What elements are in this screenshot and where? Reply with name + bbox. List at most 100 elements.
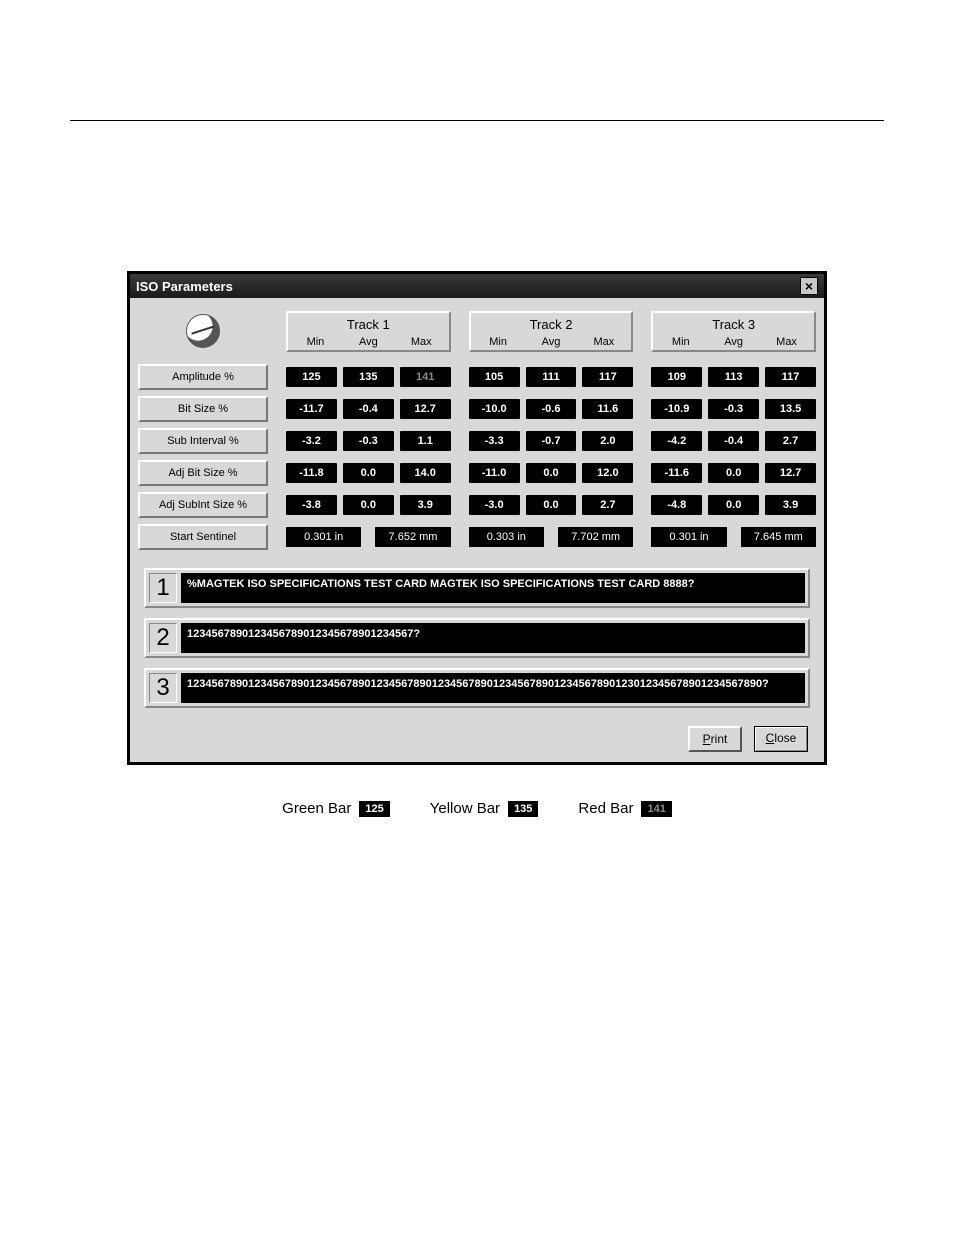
- track-strip: 21234567890123456789012345678901234567?: [144, 618, 810, 658]
- value-cell: 111: [526, 367, 577, 387]
- value-cell: 1.1: [400, 431, 451, 451]
- track3-avg-label: Avg: [710, 336, 757, 348]
- sentinel-value: 7.645 mm: [741, 527, 816, 547]
- track2-header: Track 2 Min Avg Max: [469, 311, 634, 352]
- close-icon[interactable]: ×: [800, 277, 818, 295]
- sentinel-pair: 0.303 in7.702 mm: [469, 527, 634, 547]
- row-label: Adj SubInt Size %: [138, 492, 268, 518]
- sentinel-value: 7.652 mm: [375, 527, 450, 547]
- legend-red-chip: 141: [641, 801, 671, 817]
- value-cell: 125: [286, 367, 337, 387]
- value-trio: -10.9-0.313.5: [651, 399, 816, 419]
- value-cell: -11.6: [651, 463, 702, 483]
- row-label: Bit Size %: [138, 396, 268, 422]
- strip-number: 3: [149, 673, 177, 703]
- value-trio: -11.0 0.012.0: [469, 463, 634, 483]
- print-button[interactable]: Print: [688, 726, 742, 752]
- value-cell: 117: [765, 367, 816, 387]
- value-cell: -0.6: [526, 399, 577, 419]
- value-trio: -3.3 -0.72.0: [469, 431, 634, 451]
- track-strip: 1%MAGTEK ISO SPECIFICATIONS TEST CARD MA…: [144, 568, 810, 608]
- sentinel-pair: 0.301 in 7.652 mm: [286, 527, 451, 547]
- track3-title: Track 3: [653, 317, 814, 332]
- legend: Green Bar 125 Yellow Bar 135 Red Bar 141: [70, 800, 884, 817]
- value-cell: 0.0: [343, 463, 394, 483]
- value-cell: -4.2: [651, 431, 702, 451]
- legend-yellow-chip: 135: [508, 801, 538, 817]
- row-label: Adj Bit Size %: [138, 460, 268, 486]
- value-trio: -4.2 -0.4 2.7: [651, 431, 816, 451]
- value-cell: -0.4: [708, 431, 759, 451]
- value-cell: 113: [708, 367, 759, 387]
- value-cell: 2.7: [582, 495, 633, 515]
- value-cell: 13.5: [765, 399, 816, 419]
- parameters-grid: Track 1 Min Avg Max Track 2 Min Avg Max: [138, 304, 816, 550]
- value-cell: -0.4: [343, 399, 394, 419]
- value-cell: 117: [582, 367, 633, 387]
- value-cell: -4.8: [651, 495, 702, 515]
- value-cell: -3.2: [286, 431, 337, 451]
- sentinel-pair: 0.301 in 7.645 mm: [651, 527, 816, 547]
- value-trio: -4.80.03.9: [651, 495, 816, 515]
- track1-max-label: Max: [398, 336, 445, 348]
- sentinel-value: 7.702 mm: [558, 527, 633, 547]
- value-cell: 0.0: [343, 495, 394, 515]
- value-trio: -11.7-0.412.7: [286, 399, 451, 419]
- value-cell: 3.9: [400, 495, 451, 515]
- value-trio: 125135141: [286, 367, 451, 387]
- value-cell: 11.6: [582, 399, 633, 419]
- value-cell: 2.7: [765, 431, 816, 451]
- dialog-title: ISO Parameters: [136, 279, 233, 294]
- track1-title: Track 1: [288, 317, 449, 332]
- value-cell: 2.0: [582, 431, 633, 451]
- track1-avg-label: Avg: [345, 336, 392, 348]
- value-trio: 105 111117: [469, 367, 634, 387]
- close-button[interactable]: Close: [754, 726, 808, 752]
- strip-data: 1234567890123456789012345678901234567?: [181, 623, 805, 653]
- logo-cell: [138, 304, 268, 358]
- page-rule: [70, 120, 884, 121]
- strip-number: 1: [149, 573, 177, 603]
- sentinel-value: 0.301 in: [286, 527, 361, 547]
- value-cell: -10.9: [651, 399, 702, 419]
- value-cell: 12.7: [765, 463, 816, 483]
- track3-max-label: Max: [763, 336, 810, 348]
- gauge-icon: [186, 314, 220, 348]
- legend-green-chip: 125: [359, 801, 389, 817]
- value-cell: -0.3: [343, 431, 394, 451]
- track2-title: Track 2: [471, 317, 632, 332]
- strip-number: 2: [149, 623, 177, 653]
- track-strip: 3123456789012345678901234567890123456789…: [144, 668, 810, 708]
- value-cell: -11.0: [469, 463, 520, 483]
- row-label-sentinel: Start Sentinel: [138, 524, 268, 550]
- value-cell: -11.8: [286, 463, 337, 483]
- value-trio: 109 113 117: [651, 367, 816, 387]
- value-cell: -0.7: [526, 431, 577, 451]
- value-cell: 0.0: [708, 463, 759, 483]
- value-cell: 0.0: [526, 463, 577, 483]
- track2-min-label: Min: [475, 336, 522, 348]
- value-trio: -11.8 0.0 14.0: [286, 463, 451, 483]
- track1-header: Track 1 Min Avg Max: [286, 311, 451, 352]
- value-cell: -3.0: [469, 495, 520, 515]
- track3-min-label: Min: [657, 336, 704, 348]
- value-cell: -10.0: [469, 399, 520, 419]
- value-cell: 3.9: [765, 495, 816, 515]
- value-cell: 141: [400, 367, 451, 387]
- legend-green-label: Green Bar: [282, 800, 351, 817]
- value-cell: -3.3: [469, 431, 520, 451]
- value-cell: 109: [651, 367, 702, 387]
- value-cell: 105: [469, 367, 520, 387]
- legend-yellow-label: Yellow Bar: [430, 800, 500, 817]
- track2-max-label: Max: [580, 336, 627, 348]
- value-trio: -11.6 0.0 12.7: [651, 463, 816, 483]
- row-label: Amplitude %: [138, 364, 268, 390]
- track2-avg-label: Avg: [528, 336, 575, 348]
- sentinel-value: 0.301 in: [651, 527, 726, 547]
- value-cell: 14.0: [400, 463, 451, 483]
- track3-header: Track 3 Min Avg Max: [651, 311, 816, 352]
- value-cell: -3.8: [286, 495, 337, 515]
- value-cell: 0.0: [526, 495, 577, 515]
- value-cell: 12.0: [582, 463, 633, 483]
- value-trio: -3.0 0.02.7: [469, 495, 634, 515]
